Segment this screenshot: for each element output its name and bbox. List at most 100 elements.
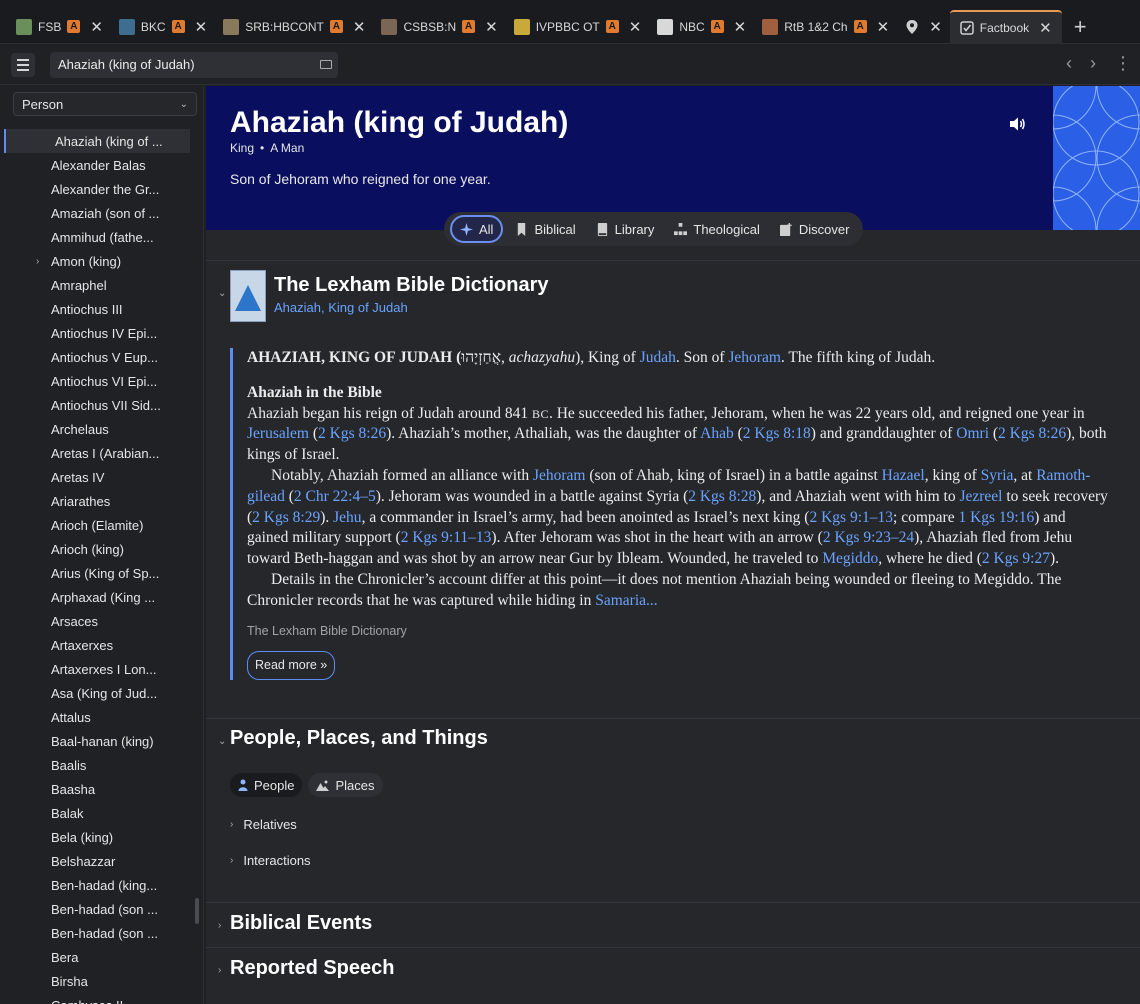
sidebar-item[interactable]: Ammihud (fathe... xyxy=(0,225,190,249)
sidebar-item[interactable]: Arsaces xyxy=(0,609,190,633)
scripture-link[interactable]: 2 Kgs 9:23–24 xyxy=(823,529,914,546)
scripture-link[interactable]: 1 Kgs 19:16 xyxy=(958,509,1034,526)
sidebar-item[interactable]: Amaziah (son of ... xyxy=(0,201,190,225)
link-hazael[interactable]: Hazael xyxy=(882,467,925,484)
sidebar-item[interactable]: Baal-hanan (king) xyxy=(0,729,190,753)
link-jehu[interactable]: Jehu xyxy=(333,509,361,526)
sidebar-item[interactable]: Ben-hadad (king... xyxy=(0,873,190,897)
book-cover-icon[interactable] xyxy=(230,270,266,322)
tab-srb-hbcont[interactable]: SRB:HBCONT A ✕ xyxy=(215,10,373,44)
link-ahab[interactable]: Ahab xyxy=(700,425,734,442)
sidebar-item[interactable]: Aretas I (Arabian... xyxy=(0,441,190,465)
keyboard-icon[interactable] xyxy=(320,59,332,69)
section-title[interactable]: People, Places, and Things xyxy=(230,727,488,750)
tab-rtb[interactable]: RtB 1&2 Ch A ✕ xyxy=(754,10,897,44)
tab-map[interactable]: ✕ xyxy=(897,10,950,44)
sidebar-item[interactable]: Antiochus IV Epi... xyxy=(0,321,190,345)
close-icon[interactable]: ✕ xyxy=(90,18,103,36)
sidebar-item[interactable]: Aretas IV xyxy=(0,465,190,489)
scripture-link[interactable]: 2 Kgs 9:11–13 xyxy=(401,529,492,546)
sidebar-item[interactable]: Arius (King of Sp... xyxy=(0,561,190,585)
filter-theological[interactable]: Theological xyxy=(666,215,768,243)
section-title[interactable]: Reported Speech xyxy=(230,957,394,980)
chip-people[interactable]: People xyxy=(230,773,303,797)
add-tab-icon[interactable]: + xyxy=(1074,14,1087,40)
sidebar-item[interactable]: Arphaxad (King ... xyxy=(0,585,190,609)
sidebar-item[interactable]: Attalus xyxy=(0,705,190,729)
sidebar-item[interactable]: Ariarathes xyxy=(0,489,190,513)
sidebar-item[interactable]: Bela (king) xyxy=(0,825,190,849)
chip-places[interactable]: Places xyxy=(308,773,383,797)
resource-title[interactable]: The Lexham Bible Dictionary xyxy=(274,274,549,297)
expand-chevron-icon[interactable]: › xyxy=(218,920,221,931)
link-omri[interactable]: Omri xyxy=(956,425,989,442)
close-icon[interactable]: ✕ xyxy=(929,18,942,36)
link-samaria[interactable]: Samaria... xyxy=(595,592,657,609)
scripture-link[interactable]: 2 Kgs 8:18 xyxy=(743,425,811,442)
search-input[interactable] xyxy=(58,57,308,72)
link-jehoram[interactable]: Jehoram xyxy=(533,467,586,484)
close-icon[interactable]: ✕ xyxy=(629,18,642,36)
sidebar-item[interactable]: Alexander the Gr... xyxy=(0,177,190,201)
more-options-icon[interactable]: ⋮ xyxy=(1114,53,1132,74)
speaker-icon[interactable] xyxy=(1008,116,1026,132)
sidebar-item[interactable]: Ben-hadad (son ... xyxy=(0,921,190,945)
sidebar-item[interactable]: Asa (King of Jud... xyxy=(0,681,190,705)
close-icon[interactable]: ✕ xyxy=(353,18,366,36)
filter-library[interactable]: Library xyxy=(588,215,663,243)
collapse-chevron-icon[interactable]: ⌄ xyxy=(218,288,226,299)
sidebar-item[interactable]: Belshazzar xyxy=(0,849,190,873)
interactions-row[interactable]: › Interactions xyxy=(230,853,311,868)
relatives-row[interactable]: › Relatives xyxy=(230,817,297,832)
scripture-link[interactable]: 2 Kgs 8:29 xyxy=(252,509,320,526)
search-field[interactable] xyxy=(50,51,338,78)
link-jerusalem[interactable]: Jerusalem xyxy=(247,425,309,442)
scripture-link[interactable]: 2 Kgs 8:28 xyxy=(688,488,756,505)
type-select[interactable]: Person ⌄ xyxy=(13,92,197,116)
close-icon[interactable]: ✕ xyxy=(195,18,208,36)
sidebar-item[interactable]: Antiochus VI Epi... xyxy=(0,369,190,393)
close-icon[interactable]: ✕ xyxy=(734,18,747,36)
sidebar-item[interactable]: Ben-hadad (son ... xyxy=(0,897,190,921)
sidebar-item[interactable]: Balak xyxy=(0,801,190,825)
sidebar-item[interactable]: Artaxerxes xyxy=(0,633,190,657)
tab-csbsb[interactable]: CSBSB:N A ✕ xyxy=(373,10,505,44)
close-icon[interactable]: ✕ xyxy=(1039,19,1052,37)
sidebar-item[interactable]: Artaxerxes I Lon... xyxy=(0,657,190,681)
tab-bkc[interactable]: BKC A ✕ xyxy=(111,10,215,44)
scripture-link[interactable]: 2 Kgs 9:27 xyxy=(982,550,1050,567)
filter-discover[interactable]: Discover xyxy=(772,215,858,243)
read-more-button[interactable]: Read more » xyxy=(247,651,336,681)
resource-article-link[interactable]: Ahaziah, King of Judah xyxy=(274,300,408,315)
link-megiddo[interactable]: Megiddo xyxy=(822,550,878,567)
scripture-link[interactable]: 2 Kgs 9:1–13 xyxy=(809,509,893,526)
chevron-right-icon[interactable]: › xyxy=(36,256,39,267)
tab-factbook[interactable]: Factbook ✕ xyxy=(949,9,1062,44)
scrollbar-thumb[interactable] xyxy=(195,898,199,924)
collapse-chevron-icon[interactable]: ⌄ xyxy=(218,736,226,747)
sidebar-item[interactable]: Bera xyxy=(0,945,190,969)
close-icon[interactable]: ✕ xyxy=(877,18,890,36)
filter-biblical[interactable]: Biblical xyxy=(507,215,583,243)
tab-fsb[interactable]: FSB A ✕ xyxy=(8,10,111,44)
sidebar-item[interactable]: Cambyses II xyxy=(0,993,190,1004)
scripture-link[interactable]: 2 Kgs 8:26 xyxy=(318,425,386,442)
sidebar-item[interactable]: Birsha xyxy=(0,969,190,993)
sidebar-item[interactable]: Baalis xyxy=(0,753,190,777)
sidebar-item[interactable]: Antiochus III xyxy=(0,297,190,321)
sidebar-item[interactable]: Arioch (king) xyxy=(0,537,190,561)
close-icon[interactable]: ✕ xyxy=(485,18,498,36)
sidebar-item[interactable]: Baasha xyxy=(0,777,190,801)
sidebar-item[interactable]: Archelaus xyxy=(0,417,190,441)
sidebar-item[interactable]: Amraphel xyxy=(0,273,190,297)
filter-all[interactable]: All xyxy=(450,215,504,243)
hamburger-menu-icon[interactable] xyxy=(11,52,35,77)
sidebar-item[interactable]: Ahaziah (king of ... xyxy=(4,129,190,153)
link-syria[interactable]: Syria xyxy=(981,467,1014,484)
expand-chevron-icon[interactable]: › xyxy=(218,965,221,976)
sidebar-item[interactable]: › Amon (king) xyxy=(0,249,190,273)
section-title[interactable]: Biblical Events xyxy=(230,912,372,935)
sidebar-item[interactable]: Arioch (Elamite) xyxy=(0,513,190,537)
tab-ivpbbc[interactable]: IVPBBC OT A ✕ xyxy=(506,10,650,44)
tab-nbc[interactable]: NBC A ✕ xyxy=(649,10,754,44)
